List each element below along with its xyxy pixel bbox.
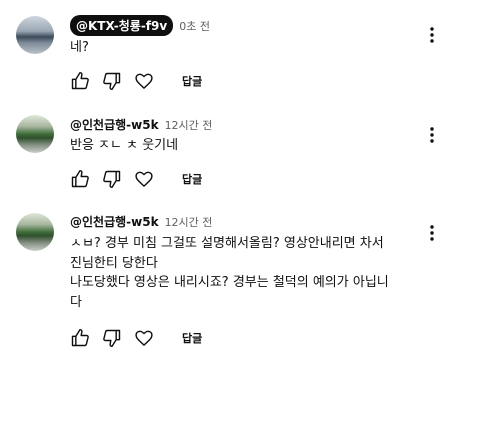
like-icon[interactable] bbox=[70, 71, 90, 91]
comment-text: 네? bbox=[70, 40, 89, 55]
comment-actions: 답글 bbox=[70, 71, 202, 91]
heart-icon[interactable] bbox=[134, 169, 154, 189]
comment-actions: 답글 bbox=[70, 328, 202, 348]
heart-icon[interactable] bbox=[134, 328, 154, 348]
comment-text: ㅅㅂ? 경부 미침 그걸또 설명해서올림? 영상안내리면 차서 진님한티 당한다… bbox=[70, 234, 430, 312]
comment-text-line: 진님한티 당한다 bbox=[70, 255, 158, 271]
avatar[interactable] bbox=[16, 213, 54, 251]
more-vert-icon[interactable] bbox=[424, 125, 440, 145]
timestamp[interactable]: 0초 전 bbox=[179, 18, 210, 34]
like-icon[interactable] bbox=[70, 328, 90, 348]
comment-header: @인천급행-w5k 12시간 전 bbox=[70, 116, 212, 133]
reply-button[interactable]: 답글 bbox=[182, 171, 202, 187]
more-vert-icon[interactable] bbox=[424, 25, 440, 45]
avatar[interactable] bbox=[16, 115, 54, 153]
comment-text-line: 나도당했다 영상은 내리시죠? 경부는 철덕의 예의가 아닙니 bbox=[70, 275, 389, 290]
comment-actions: 답글 bbox=[70, 169, 202, 189]
comment-header: @인천급행-w5k 12시간 전 bbox=[70, 213, 212, 230]
reply-button[interactable]: 답글 bbox=[182, 73, 202, 89]
comment-text-line: 다 bbox=[70, 294, 82, 310]
timestamp[interactable]: 12시간 전 bbox=[165, 117, 213, 133]
like-icon[interactable] bbox=[70, 169, 90, 189]
comment-text: 반응 ㅈㄴ ㅊ 웃기네 bbox=[70, 138, 179, 153]
heart-icon[interactable] bbox=[134, 71, 154, 91]
author-name[interactable]: @인천급행-w5k bbox=[70, 213, 159, 230]
author-name[interactable]: @KTX-청룡-f9v bbox=[70, 15, 174, 36]
comment-header: @KTX-청룡-f9v 0초 전 bbox=[70, 15, 210, 36]
reply-button[interactable]: 답글 bbox=[182, 330, 202, 346]
dislike-icon[interactable] bbox=[102, 328, 122, 348]
dislike-icon[interactable] bbox=[102, 71, 122, 91]
comment-text-line: ㅅㅂ? 경부 미침 그걸또 설명해서올림? 영상안내리면 차서 bbox=[70, 236, 384, 251]
more-vert-icon[interactable] bbox=[424, 223, 440, 243]
dislike-icon[interactable] bbox=[102, 169, 122, 189]
author-name[interactable]: @인천급행-w5k bbox=[70, 116, 159, 133]
avatar[interactable] bbox=[16, 16, 54, 54]
timestamp[interactable]: 12시간 전 bbox=[165, 214, 213, 230]
